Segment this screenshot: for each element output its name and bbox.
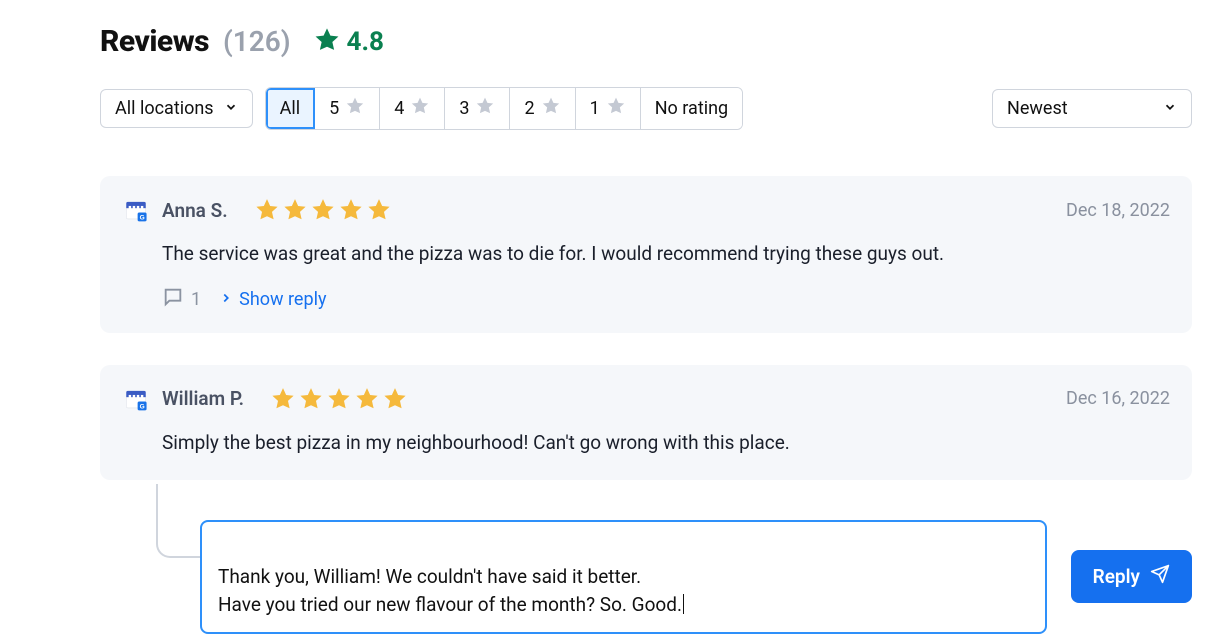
- filter-3-stars[interactable]: 3: [445, 88, 510, 129]
- filter-2-label: 2: [524, 98, 534, 119]
- star-icon: [270, 386, 296, 412]
- reviewer-name: William P.: [162, 387, 244, 410]
- show-reply-toggle[interactable]: Show reply: [219, 289, 326, 310]
- reply-count: 1: [162, 286, 201, 313]
- filter-all[interactable]: All: [266, 88, 316, 129]
- chevron-right-icon: [219, 289, 233, 310]
- filter-4-label: 4: [394, 98, 404, 119]
- reply-input[interactable]: Thank you, William! We couldn't have sai…: [200, 520, 1047, 634]
- filter-all-label: All: [280, 98, 301, 119]
- review-stars: [254, 197, 392, 223]
- review-card: G Anna S. Dec 18, 2022 The service was g…: [100, 176, 1192, 333]
- star-icon: [313, 26, 341, 58]
- reply-input-text: Thank you, William! We couldn't have sai…: [218, 565, 682, 617]
- comment-icon: [162, 286, 184, 313]
- review-text: The service was great and the pizza was …: [162, 240, 1170, 268]
- star-icon: [326, 386, 352, 412]
- reply-button-label: Reply: [1093, 565, 1140, 588]
- star-icon: [354, 386, 380, 412]
- chevron-down-icon: [1163, 98, 1177, 119]
- filter-1-label: 1: [590, 98, 600, 119]
- star-icon: [254, 197, 280, 223]
- location-filter[interactable]: All locations: [100, 89, 253, 128]
- filter-4-stars[interactable]: 4: [380, 88, 445, 129]
- star-icon: [338, 197, 364, 223]
- sort-select[interactable]: Newest: [992, 89, 1192, 128]
- review-count: (126): [223, 25, 291, 58]
- reply-count-number: 1: [191, 289, 201, 310]
- filter-2-stars[interactable]: 2: [510, 88, 575, 129]
- reply-button[interactable]: Reply: [1071, 550, 1192, 603]
- reviews-header: Reviews (126) 4.8: [100, 24, 1192, 59]
- google-source-icon: G: [122, 385, 150, 413]
- text-caret: [683, 594, 684, 614]
- review-card: G William P. Dec 16, 2022 Simply the bes…: [100, 365, 1192, 481]
- star-icon: [310, 197, 336, 223]
- rating-number: 4.8: [347, 27, 384, 57]
- review-date: Dec 16, 2022: [1066, 388, 1170, 409]
- svg-text:G: G: [140, 403, 145, 410]
- chevron-down-icon: [224, 98, 238, 119]
- show-reply-label: Show reply: [239, 289, 326, 310]
- google-source-icon: G: [122, 196, 150, 224]
- star-icon: [345, 96, 365, 121]
- star-icon: [541, 96, 561, 121]
- location-filter-label: All locations: [115, 98, 214, 119]
- review-text: Simply the best pizza in my neighbourhoo…: [162, 429, 1170, 457]
- svg-text:G: G: [140, 214, 145, 221]
- filter-3-label: 3: [459, 98, 469, 119]
- rating-summary: 4.8: [313, 26, 384, 58]
- star-icon: [366, 197, 392, 223]
- review-date: Dec 18, 2022: [1066, 200, 1170, 221]
- filter-none-label: No rating: [655, 98, 728, 119]
- review-stars: [270, 386, 408, 412]
- filter-no-rating[interactable]: No rating: [641, 88, 742, 129]
- filter-bar: All locations All 5 4 3 2: [100, 87, 1192, 130]
- sort-label: Newest: [1007, 98, 1068, 119]
- filter-5-stars[interactable]: 5: [315, 88, 380, 129]
- rating-filter-group: All 5 4 3 2 1 No rating: [265, 87, 744, 130]
- star-icon: [282, 197, 308, 223]
- page-title: Reviews: [100, 24, 209, 59]
- star-icon: [382, 386, 408, 412]
- star-icon: [606, 96, 626, 121]
- thread-connector: [156, 484, 200, 558]
- star-icon: [475, 96, 495, 121]
- send-icon: [1150, 564, 1170, 589]
- reviewer-name: Anna S.: [162, 199, 228, 222]
- filter-5-label: 5: [329, 98, 339, 119]
- star-icon: [410, 96, 430, 121]
- filter-1-star[interactable]: 1: [576, 88, 641, 129]
- star-icon: [298, 386, 324, 412]
